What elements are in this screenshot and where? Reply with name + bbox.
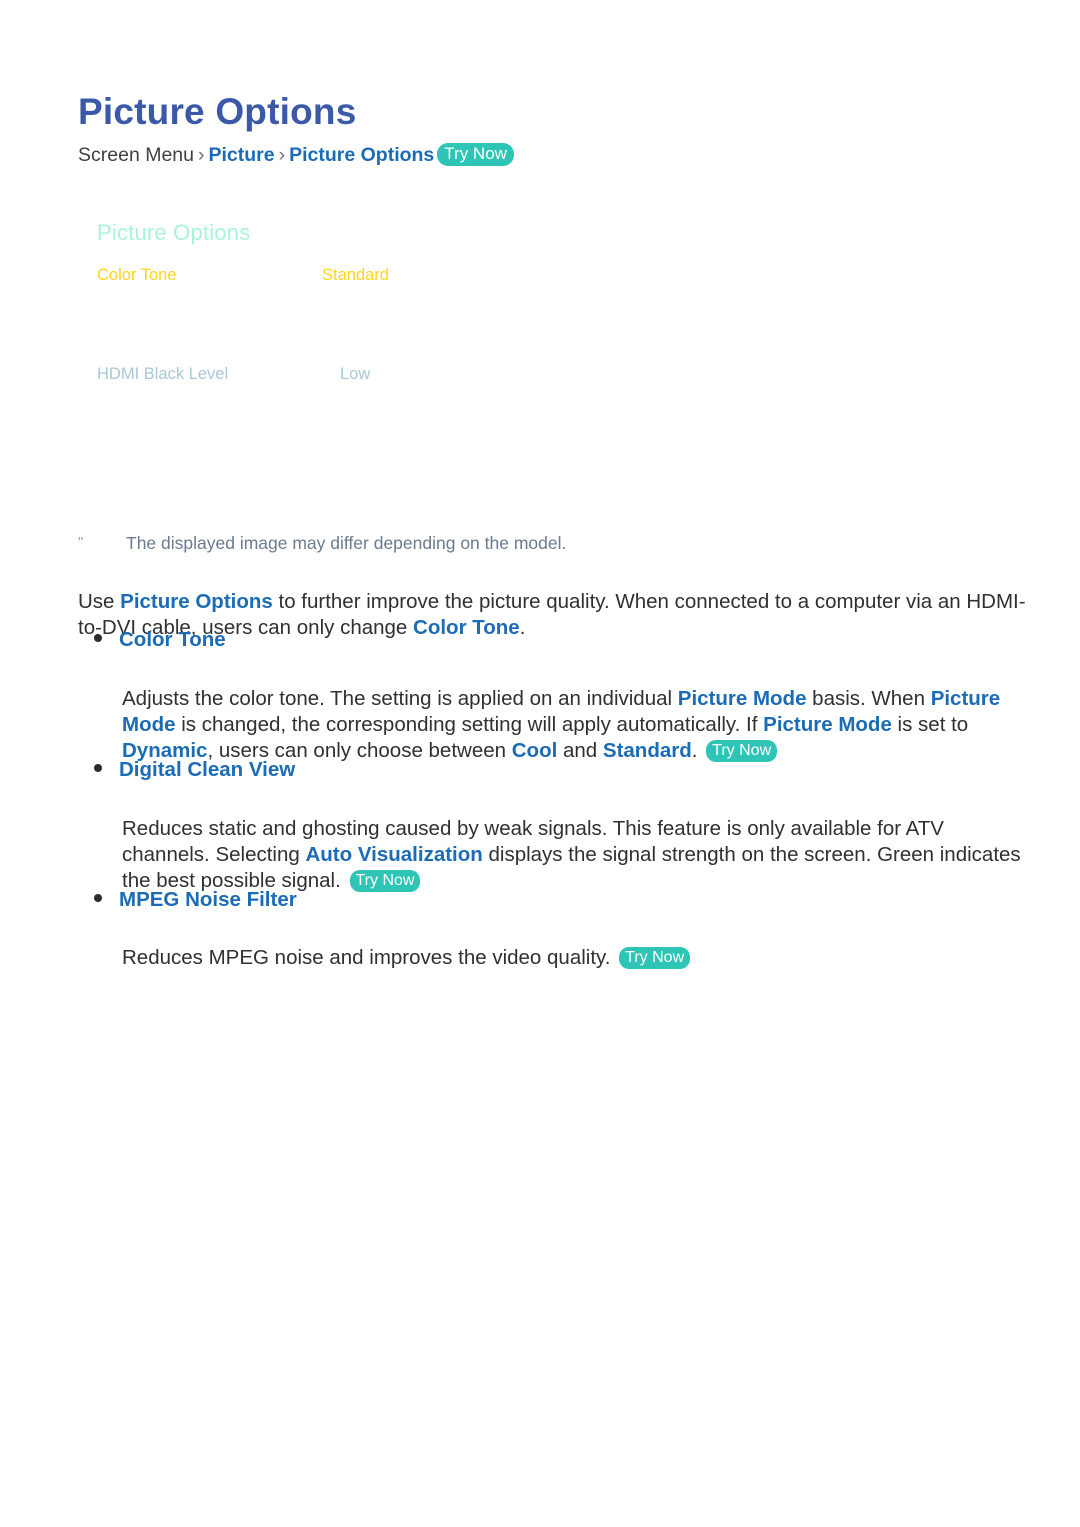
note-line: " The displayed image may differ dependin… bbox=[78, 531, 978, 555]
try-now-badge-mpeg-noise-filter[interactable]: Try Now bbox=[619, 946, 691, 969]
link-cool[interactable]: Cool bbox=[512, 739, 558, 762]
quote-mark-icon: " bbox=[78, 534, 84, 551]
tv-menu-row-label: HDMI Black Level bbox=[97, 365, 229, 383]
tv-menu-title: Picture Options bbox=[97, 220, 251, 245]
section-heading-digital-clean-view: Digital Clean View bbox=[94, 757, 295, 783]
section-body-digital-clean-view: Reduces static and ghosting caused by we… bbox=[122, 816, 1036, 894]
link-auto-visualization[interactable]: Auto Visualization bbox=[305, 843, 482, 866]
body-text-seg: Adjusts the color tone. The setting is a… bbox=[122, 686, 678, 710]
tv-menu-row-label: Color Tone bbox=[97, 266, 177, 284]
tv-menu-row-value: Low bbox=[340, 365, 371, 383]
body-text-seg: basis. When bbox=[806, 686, 931, 710]
note-text: The displayed image may differ depending… bbox=[126, 533, 567, 553]
try-now-badge-color-tone[interactable]: Try Now bbox=[706, 739, 778, 762]
body-text-seg: is changed, the corresponding setting wi… bbox=[175, 712, 764, 736]
breadcrumb-item-picture-options[interactable]: Picture Options bbox=[289, 144, 434, 166]
section-body-color-tone: Adjusts the color tone. The setting is a… bbox=[122, 686, 1036, 764]
breadcrumb: Screen Menu › Picture › Picture Options Try N… bbox=[78, 142, 514, 168]
intro-text-post: . bbox=[519, 615, 526, 639]
section-body-mpeg-noise-filter: Reduces MPEG noise and improves the vide… bbox=[122, 945, 1036, 971]
tv-menu-mockup: Picture Options Color Tone Standard HDMI … bbox=[78, 200, 958, 510]
link-picture-mode[interactable]: Picture Mode bbox=[678, 687, 807, 710]
body-text-seg: and bbox=[557, 738, 603, 762]
document-page: Picture Options Screen Menu › Picture › Pict… bbox=[0, 0, 1080, 1527]
link-color-tone[interactable]: Color Tone bbox=[413, 616, 520, 639]
try-now-badge-breadcrumb[interactable]: Try Now bbox=[437, 143, 514, 166]
section-heading-color-tone: Color Tone bbox=[94, 627, 226, 653]
body-text-seg: . bbox=[691, 738, 704, 762]
bullet-dot-icon bbox=[94, 634, 102, 642]
bullet-dot-icon bbox=[94, 764, 102, 772]
section-heading-mpeg-noise-filter: MPEG Noise Filter bbox=[94, 887, 297, 913]
intro-text-pre: Use bbox=[78, 589, 121, 613]
body-text-seg: Reduces MPEG noise and improves the vide… bbox=[122, 945, 617, 969]
tv-menu-row-color-tone[interactable]: Color Tone Standard bbox=[97, 266, 517, 285]
breadcrumb-separator-icon: › bbox=[278, 144, 286, 166]
section-heading-label: Digital Clean View bbox=[119, 758, 296, 781]
bullet-dot-icon bbox=[94, 894, 102, 902]
breadcrumb-item-picture[interactable]: Picture bbox=[208, 144, 274, 166]
section-heading-label: MPEG Noise Filter bbox=[119, 888, 297, 911]
body-text-seg: is set to bbox=[891, 712, 969, 736]
link-picture-options[interactable]: Picture Options bbox=[120, 590, 273, 613]
breadcrumb-root: Screen Menu bbox=[78, 144, 194, 166]
page-title: Picture Options bbox=[78, 90, 357, 132]
tv-menu-row-value: Standard bbox=[322, 266, 389, 284]
link-picture-mode[interactable]: Picture Mode bbox=[763, 713, 892, 736]
tv-menu-row-hdmi-black-level[interactable]: HDMI Black Level Low bbox=[97, 365, 517, 384]
section-heading-label: Color Tone bbox=[119, 628, 226, 651]
breadcrumb-separator-icon: › bbox=[197, 144, 205, 166]
link-standard[interactable]: Standard bbox=[603, 739, 692, 762]
try-now-badge-digital-clean-view[interactable]: Try Now bbox=[349, 869, 421, 892]
